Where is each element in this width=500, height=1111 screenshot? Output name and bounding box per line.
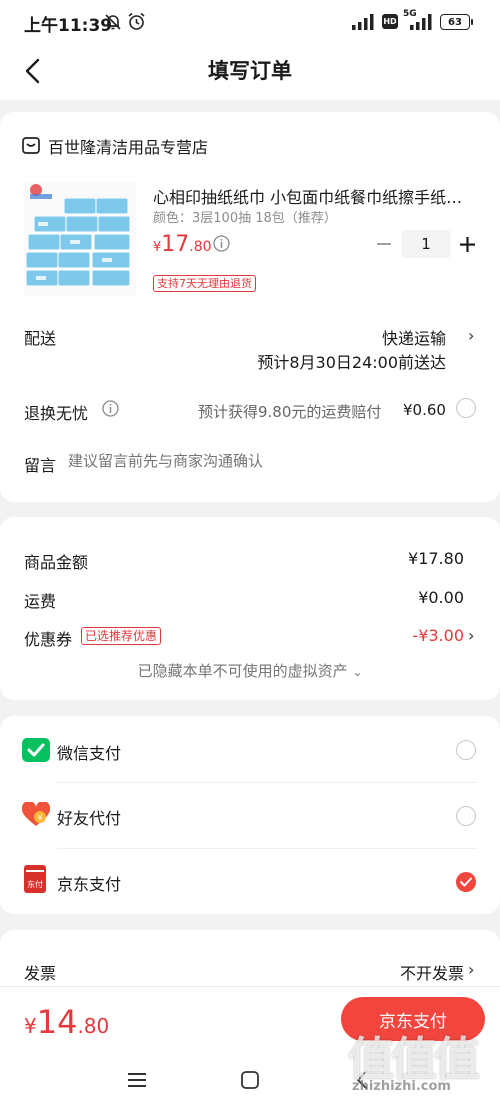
payment-methods-card: 微信支付 ¥ 好友代付 东付 京东支付 <box>0 716 500 914</box>
checkmark-icon <box>460 877 472 887</box>
increase-quantity-button[interactable] <box>460 237 475 252</box>
price-integer: 17 <box>161 232 190 257</box>
payment-radio-friend[interactable] <box>456 806 476 826</box>
delivery-chevron-icon[interactable]: › <box>468 326 474 345</box>
battery-tip <box>471 19 473 25</box>
menu-nav-icon[interactable] <box>128 1073 146 1087</box>
battery-icon: 63 <box>440 14 470 30</box>
payment-option-jd[interactable]: 东付 京东支付 <box>0 848 500 914</box>
payment-label-wechat: 微信支付 <box>57 744 122 763</box>
goods-amount-label: 商品金额 <box>24 553 89 572</box>
total-symbol: ¥ <box>24 1014 37 1038</box>
info-icon[interactable] <box>213 235 230 252</box>
return-insurance-checkbox[interactable] <box>456 398 476 418</box>
return-insurance-label: 退换无忧 <box>24 404 89 423</box>
product-price: ¥17.80 <box>153 232 212 257</box>
decrease-quantity-button[interactable] <box>377 243 391 245</box>
message-input[interactable] <box>68 448 468 474</box>
store-name[interactable]: 百世隆清洁用品专营店 <box>48 134 208 158</box>
bottom-bar: ¥14.80 京东支付 值值值 zhizhizhi.com <box>0 986 500 1111</box>
product-name[interactable]: 心相印抽纸纸巾 小包面巾纸餐巾纸擦手纸… <box>153 184 480 208</box>
jd-pay-icon-text: 东付 <box>27 880 43 889</box>
message-label: 留言 <box>24 456 57 475</box>
coupon-value[interactable]: -¥3.00 <box>412 626 464 645</box>
hd-badge: HD <box>382 14 398 29</box>
coupon-label: 优惠券 <box>24 630 73 649</box>
hidden-assets-text: 已隐藏本单不可使用的虚拟资产 <box>137 662 348 680</box>
payment-option-friend[interactable]: ¥ 好友代付 <box>0 782 500 848</box>
delivery-method[interactable]: 快递运输 <box>382 325 446 349</box>
alarm-icon <box>128 12 145 30</box>
goods-amount-value: ¥17.80 <box>408 549 464 568</box>
store-icon <box>22 137 40 154</box>
price-decimal: .80 <box>189 239 212 255</box>
return-policy-tag: 支持7天无理由退货 <box>153 275 256 292</box>
shipping-label: 运费 <box>24 592 57 611</box>
product-image[interactable] <box>24 182 136 296</box>
friend-pay-icon: ¥ <box>22 802 50 826</box>
product-spec[interactable]: 颜色：3层100抽 18包（推荐） <box>153 207 337 226</box>
order-card: 百世隆清洁用品专营店 心相印抽纸纸巾 小包面巾纸餐巾纸擦手纸… 颜色：3层100… <box>0 112 500 502</box>
coupon-tag: 已选推荐优惠 <box>81 627 162 645</box>
status-bar: 上午11:39 HD 5G 63 <box>0 0 500 44</box>
return-insurance-desc: 预计获得9.80元的运费赔付 <box>198 403 382 421</box>
quantity-input[interactable]: 1 <box>401 230 451 258</box>
return-info-icon[interactable] <box>102 400 119 417</box>
total-integer: 14 <box>36 1003 78 1041</box>
total-price: ¥14.80 <box>24 1003 109 1041</box>
invoice-chevron-icon[interactable]: › <box>468 960 474 979</box>
shipping-value: ¥0.00 <box>418 588 464 607</box>
delivery-label: 配送 <box>24 329 57 348</box>
payment-radio-wechat[interactable] <box>456 740 476 760</box>
return-insurance-price: ¥0.60 <box>403 401 446 419</box>
nav-bar: 填写订单 <box>0 44 500 100</box>
delivery-eta: 预计8月30日24:00前送达 <box>257 353 446 372</box>
jd-pay-icon-stripe <box>26 870 44 872</box>
coupon-chevron-icon[interactable]: › <box>468 626 474 645</box>
home-nav-icon[interactable] <box>241 1071 259 1089</box>
jd-pay-icon: 东付 <box>24 865 46 893</box>
wechat-pay-icon <box>22 738 50 762</box>
payment-label-friend: 好友代付 <box>57 809 122 828</box>
signal-5g-icon <box>410 14 432 30</box>
hidden-assets-toggle[interactable]: 已隐藏本单不可使用的虚拟资产 ⌄ <box>0 660 500 681</box>
chevron-down-icon: ⌄ <box>352 665 363 679</box>
payment-label-jd: 京东支付 <box>57 875 122 894</box>
payment-radio-jd[interactable] <box>456 872 476 892</box>
payment-option-wechat[interactable]: 微信支付 <box>0 716 500 782</box>
price-summary-card: 商品金额 ¥17.80 运费 ¥0.00 优惠券 已选推荐优惠 -¥3.00 ›… <box>0 517 500 700</box>
page-title: 填写订单 <box>208 59 292 83</box>
svg-text:¥: ¥ <box>37 814 42 823</box>
watermark-url: zhizhizhi.com <box>352 1079 451 1094</box>
total-decimal: .80 <box>77 1014 110 1038</box>
battery-level: 63 <box>448 16 462 28</box>
bell-muted-icon <box>105 14 121 30</box>
invoice-label: 发票 <box>24 964 57 983</box>
invoice-value[interactable]: 不开发票 <box>400 960 464 984</box>
status-time: 上午11:39 <box>24 16 113 36</box>
tissue-pack-image <box>25 184 131 287</box>
signal-icon <box>352 14 374 30</box>
